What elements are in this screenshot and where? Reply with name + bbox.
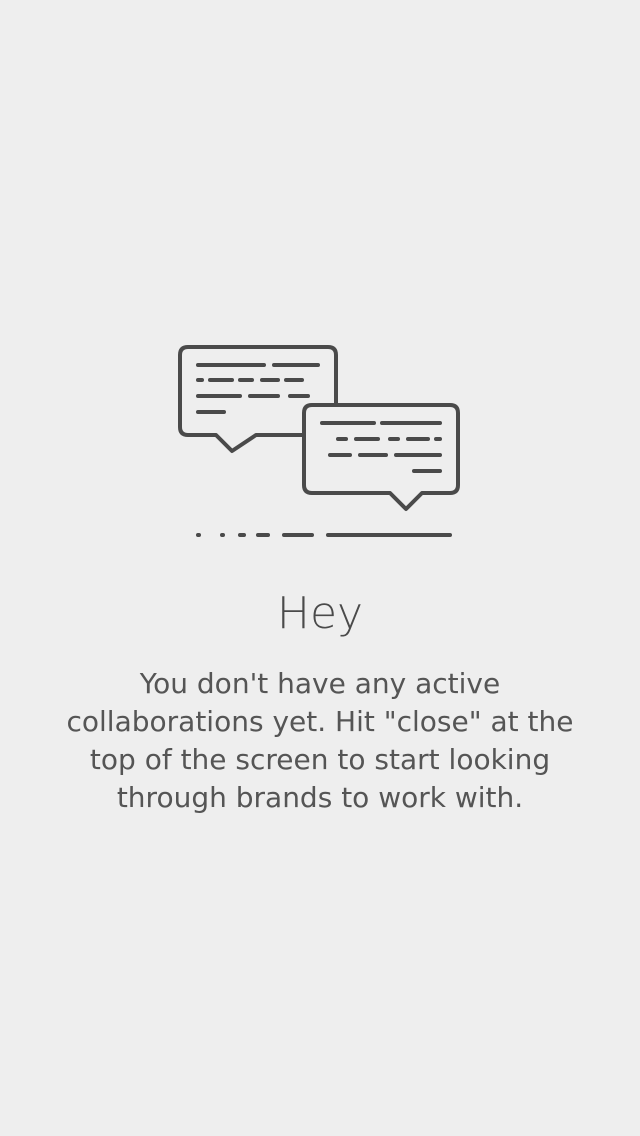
empty-state-title: Hey (276, 588, 364, 639)
empty-state-message: You don't have any active collaborations… (66, 667, 574, 814)
chat-bubbles-icon (160, 330, 480, 560)
empty-collaborations-screen: Hey You don't have any active collaborat… (0, 0, 640, 1136)
